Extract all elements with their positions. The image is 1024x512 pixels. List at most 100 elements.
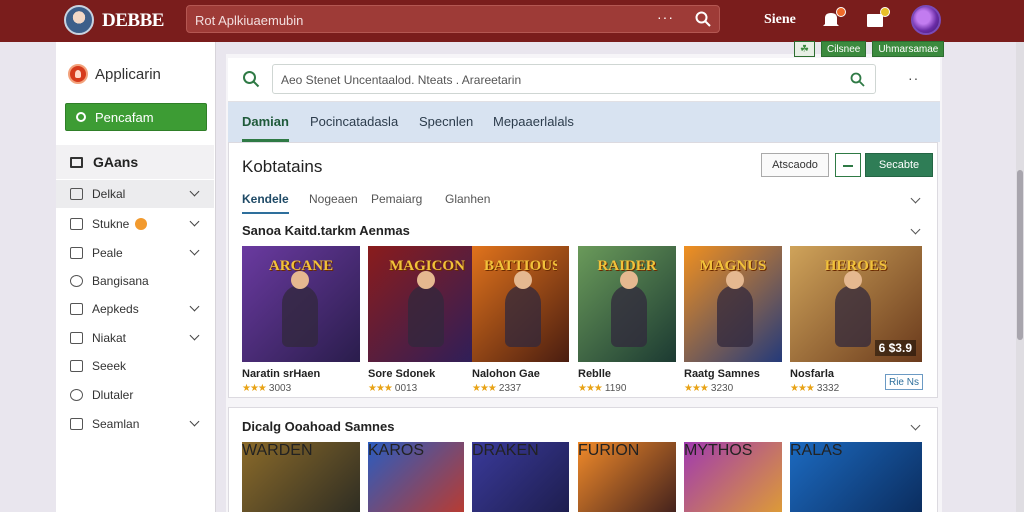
game-tile[interactable]: MAGNUS: [684, 246, 782, 362]
game-title[interactable]: Sore Sdonek: [368, 368, 435, 380]
game-tile[interactable]: BATTIOUS: [472, 246, 569, 362]
chevron-down-icon: [189, 245, 200, 256]
sidebar-item-stukne[interactable]: Stukne: [56, 210, 214, 238]
sidebar-item-dlutaler[interactable]: Dlutaler: [56, 381, 214, 409]
app-title[interactable]: Applicarin: [68, 62, 161, 86]
sidebar-item-niakat[interactable]: Niakat: [56, 324, 214, 352]
list-icon: [70, 360, 83, 372]
sidebar-item-delkal[interactable]: Delkal: [56, 180, 214, 208]
sidebar-item-seeek[interactable]: Seeek: [56, 352, 214, 380]
sidebar-item-label: Seeek: [92, 359, 127, 373]
grid-icon: [70, 332, 83, 344]
scrollbar-thumb[interactable]: [1017, 170, 1023, 340]
game-tile[interactable]: KAROS: [368, 442, 464, 512]
chevron-down-icon[interactable]: [910, 420, 921, 431]
primary-action-button[interactable]: Pencafam: [65, 103, 207, 131]
chevron-down-icon: [189, 186, 200, 197]
subtab-glanhen[interactable]: Glanhen: [445, 192, 490, 206]
game-rating: ★★★ 2337: [472, 383, 521, 394]
tab-specnlen[interactable]: Specnlen: [419, 114, 473, 129]
game-character: [717, 271, 754, 348]
content-search-input[interactable]: [281, 71, 841, 89]
game-tile[interactable]: DRAKEN: [472, 442, 569, 512]
notification-badge: [836, 7, 846, 17]
game-tile[interactable]: MAGICON: [368, 246, 486, 362]
sidebar-section-header[interactable]: GAans: [56, 145, 214, 179]
sidebar-item-seamlan[interactable]: Seamlan: [56, 410, 214, 438]
game-tile[interactable]: WARDEN: [242, 442, 360, 512]
chevron-down-icon: [189, 301, 200, 312]
tab-pocincatadasla[interactable]: Pocincatadasla: [310, 114, 398, 129]
price-tag: 6 $3.9: [874, 340, 916, 356]
game-tile[interactable]: ARCANE: [242, 246, 360, 362]
box-icon: [70, 218, 83, 230]
sidebar-item-label: Delkal: [92, 187, 126, 201]
messages-icon[interactable]: [866, 7, 890, 30]
game-tile[interactable]: FURION: [578, 442, 676, 512]
game-title[interactable]: Nalohon Gae: [472, 368, 540, 380]
tab-damian[interactable]: Damian: [242, 114, 289, 142]
game-logo-text: MYTHOS: [684, 442, 753, 459]
game-rating: ★★★ 3230: [684, 383, 733, 394]
game-tile[interactable]: RAIDER: [578, 246, 676, 362]
game-title[interactable]: Nosfarla: [790, 368, 834, 380]
search-icon[interactable]: [850, 72, 865, 87]
game-tile[interactable]: HEROES 6 $3.9: [790, 246, 922, 362]
green-action-button[interactable]: Secabte: [865, 153, 933, 177]
notifications-icon[interactable]: [822, 7, 846, 30]
primary-action-label: Pencafam: [95, 109, 154, 125]
subtab-kendele[interactable]: Kendele: [242, 192, 289, 214]
top-search-input[interactable]: [195, 10, 635, 30]
game-title[interactable]: Reblle: [578, 368, 611, 380]
chevron-down-icon: [189, 330, 200, 341]
view-more-button[interactable]: Rie Ns: [885, 374, 923, 390]
game-title[interactable]: Raatg Samnes: [684, 368, 760, 380]
tab-mepaaerlalals[interactable]: Mepaaerlalals: [493, 114, 574, 129]
subtab-nogeaen[interactable]: Nogeaen: [309, 192, 358, 206]
star-rating-icon: ★★★: [472, 383, 497, 394]
sidebar: Applicarin Pencafam GAans Delkal Stukne …: [56, 42, 216, 512]
sidebar-item-peale[interactable]: Peale: [56, 239, 214, 267]
app-title-text: Applicarin: [95, 65, 161, 83]
star-rating-icon: ★★★: [242, 383, 267, 394]
chevron-down-icon[interactable]: [910, 193, 921, 204]
minus-button[interactable]: [835, 153, 861, 177]
game-rating: ★★★ 3332: [790, 383, 839, 394]
sidebar-item-aepkeds[interactable]: Aepkeds: [56, 295, 214, 323]
rating-count: 2337: [498, 383, 522, 394]
subtab-pemaiarg[interactable]: Pemaiarg: [371, 192, 422, 206]
sidebar-item-bangisana[interactable]: Bangisana: [56, 267, 214, 295]
content-search-field[interactable]: [272, 64, 876, 94]
chevron-down-icon[interactable]: [910, 224, 921, 235]
game-title[interactable]: Naratin srHaen: [242, 368, 320, 380]
monitor-icon: [70, 156, 83, 168]
star-rating-icon: ★★★: [578, 383, 603, 394]
game-logo-text: DRAKEN: [472, 442, 539, 459]
sidebar-item-label: Niakat: [92, 331, 127, 345]
game-tile[interactable]: MYTHOS: [684, 442, 782, 512]
game-logo-text: KAROS: [368, 442, 425, 459]
search-icon[interactable]: [242, 70, 260, 88]
table-icon: [70, 418, 83, 430]
clock-icon: [70, 389, 83, 401]
games-card-secondary: Dicalg Ooahoad Samnes WARDEN KAROS DRAKE…: [228, 407, 938, 512]
star-rating-icon: ★★★: [368, 383, 393, 394]
outline-button[interactable]: Atscaodo: [761, 153, 829, 177]
brand-logo[interactable]: [64, 5, 94, 35]
user-avatar[interactable]: [911, 5, 941, 35]
top-search-box[interactable]: ···: [186, 5, 720, 33]
mini-tag[interactable]: Cilsnee: [820, 41, 867, 57]
game-character: [611, 271, 648, 348]
game-tile[interactable]: RALAS: [790, 442, 922, 512]
leaf-icon[interactable]: ☘: [794, 41, 815, 57]
main-tabs: Damian Pocincatadasla Specnlen Mepaaerla…: [228, 102, 940, 142]
rating-count: 3332: [816, 383, 840, 394]
sidebar-section-label: GAans: [93, 154, 139, 170]
more-options-icon[interactable]: ··: [908, 70, 919, 86]
mini-tag[interactable]: Uhmarsamae: [872, 41, 945, 57]
search-icon[interactable]: [695, 11, 711, 27]
sidebar-item-label: Seamlan: [92, 417, 140, 431]
game-character: [282, 271, 319, 348]
search-options-icon[interactable]: ···: [657, 9, 674, 25]
signin-link[interactable]: Siene: [764, 12, 796, 28]
